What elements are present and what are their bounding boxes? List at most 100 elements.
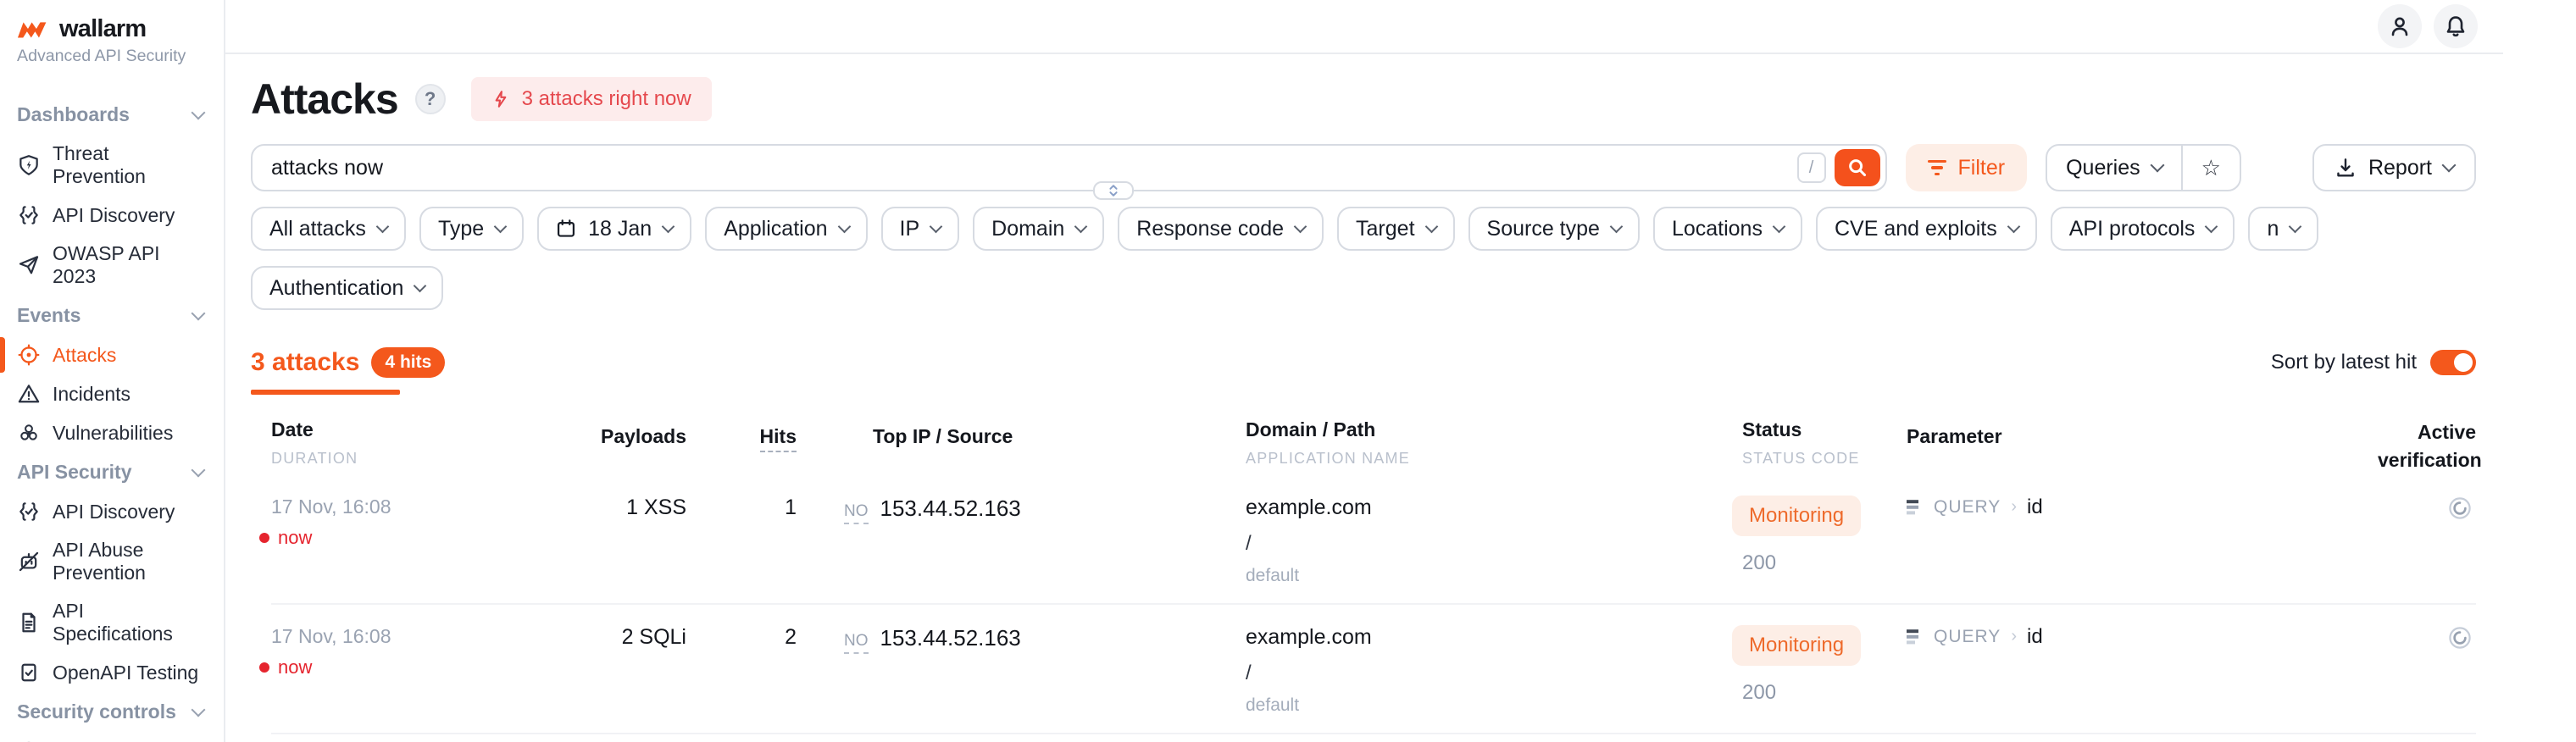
sidebar-section-api-security[interactable]: API Security xyxy=(0,452,224,492)
section-label: Security controls xyxy=(17,700,176,723)
screen: wallarm Advanced API Security Dashboards… xyxy=(0,0,2576,742)
sidebar-item-label: OWASP API 2023 xyxy=(53,242,207,288)
sidebar-item-threat-prevention[interactable]: Threat Prevention xyxy=(0,135,224,196)
table-header: Date DURATION Payloads Hits Top IP / Sou… xyxy=(271,418,2476,475)
sidebar-section-events[interactable]: Events xyxy=(0,296,224,335)
filter-button[interactable]: Filter xyxy=(1906,144,2028,191)
topbar xyxy=(225,0,2503,54)
col-date-label: Date xyxy=(271,418,576,441)
sidebar-item-ip-lists[interactable]: IP IP Lists xyxy=(0,732,224,742)
sidebar-item-api-abuse-prevention[interactable]: API Abuse Prevention xyxy=(0,531,224,592)
chip-label: Locations xyxy=(1672,217,1763,241)
help-icon[interactable]: ? xyxy=(415,84,446,114)
chevron-down-icon xyxy=(2150,158,2164,173)
chip-domain[interactable]: Domain xyxy=(973,207,1104,251)
col-payloads: Payloads xyxy=(576,418,686,450)
attacks-now-badge[interactable]: 3 attacks right now xyxy=(471,77,712,121)
sidebar-section-dashboards[interactable]: Dashboards xyxy=(0,95,224,135)
chip-api-protocols[interactable]: API protocols xyxy=(2051,207,2235,251)
chip-label: Target xyxy=(1356,217,1414,241)
chip-date[interactable]: 18 Jan xyxy=(537,207,691,251)
calendar-icon xyxy=(556,219,576,239)
notifications-button[interactable] xyxy=(2434,4,2478,48)
chip-label: All attacks xyxy=(269,217,366,241)
chip-label: Response code xyxy=(1136,217,1284,241)
chip-source-type[interactable]: Source type xyxy=(1468,207,1640,251)
chip-locations[interactable]: Locations xyxy=(1653,207,1802,251)
attack-row[interactable]: 17 Nov, 16:08 now 2 SQLi 2 NO 153.44.52.… xyxy=(271,603,2476,733)
chip-authentication[interactable]: Authentication xyxy=(251,266,443,310)
chip-application[interactable]: Application xyxy=(705,207,867,251)
chip-truncated[interactable]: n xyxy=(2248,207,2318,251)
sidebar-section-security-controls[interactable]: Security controls xyxy=(0,692,224,732)
chip-type[interactable]: Type xyxy=(419,207,524,251)
cell-date: 17 Nov, 16:08 now xyxy=(271,496,576,586)
chip-all-attacks[interactable]: All attacks xyxy=(251,207,406,251)
chip-ip[interactable]: IP xyxy=(881,207,960,251)
filters-collapse-handle[interactable] xyxy=(1093,181,1134,200)
col-hits-sort[interactable]: Hits xyxy=(760,425,797,452)
sidebar-item-label: Vulnerabilities xyxy=(53,422,173,445)
attack-row[interactable]: 17 Nov, 16:08 now 1 XSS 1 NO 153.44.52.1… xyxy=(271,475,2476,603)
param-name: id xyxy=(2027,496,2043,519)
cell-status: Monitoring 200 xyxy=(1732,625,1907,716)
status-badge[interactable]: Monitoring xyxy=(1732,625,1861,666)
sidebar-item-openapi-testing[interactable]: OpenAPI Testing xyxy=(0,653,224,692)
chip-label: Type xyxy=(438,217,484,241)
chevron-down-icon xyxy=(192,306,206,320)
user-button[interactable] xyxy=(2378,4,2422,48)
chip-label: IP xyxy=(900,217,920,241)
country-code[interactable]: NO xyxy=(844,502,869,524)
param-bars-icon xyxy=(1907,628,1924,645)
chevron-down-icon xyxy=(376,219,390,233)
sidebar-item-api-discovery[interactable]: API Discovery xyxy=(0,196,224,235)
attack-ip: 153.44.52.163 xyxy=(880,625,1021,651)
favorite-query-button[interactable]: ☆ xyxy=(2181,146,2240,190)
sidebar-item-vulnerabilities[interactable]: Vulnerabilities xyxy=(0,413,224,452)
chip-label: n xyxy=(2267,217,2279,241)
chevron-down-icon xyxy=(1773,219,1786,233)
active-verification-button[interactable] xyxy=(2447,625,2476,716)
sidebar-item-owasp-api-2023[interactable]: OWASP API 2023 xyxy=(0,235,224,296)
active-verification-button[interactable] xyxy=(2447,496,2476,586)
search-button[interactable] xyxy=(1835,149,1880,186)
sidebar-item-incidents[interactable]: Incidents xyxy=(0,374,224,413)
live-dot xyxy=(259,662,269,673)
chip-target[interactable]: Target xyxy=(1337,207,1454,251)
sidebar-item-label: API Discovery xyxy=(53,204,175,227)
col-domain-label: Domain / Path xyxy=(1246,418,1732,441)
wallarm-logo[interactable]: wallarm xyxy=(0,15,224,43)
sort-toggle[interactable] xyxy=(2430,350,2476,375)
sidebar-item-api-discovery-2[interactable]: API Discovery xyxy=(0,492,224,531)
chevron-down-icon xyxy=(930,219,943,233)
bell-icon xyxy=(2444,14,2468,38)
sidebar-item-attacks[interactable]: Attacks xyxy=(0,335,224,374)
bolt-icon xyxy=(491,89,510,109)
status-code: 200 xyxy=(1732,681,1907,705)
col-application-label: APPLICATION NAME xyxy=(1246,450,1732,468)
tab-attacks[interactable]: 3 attacks 4 hits xyxy=(251,347,445,378)
attack-domain: example.com xyxy=(1246,625,1732,650)
attack-row[interactable]: 17 Nov, 16:08 now 1 Path Traversal 1 NO … xyxy=(271,733,2476,742)
filter-icon xyxy=(1928,160,1946,175)
updown-chevrons-icon xyxy=(1106,183,1121,198)
queries-button[interactable]: Queries xyxy=(2047,146,2181,190)
cell-ip: NO 153.44.52.163 xyxy=(844,496,1246,586)
braces-check-icon xyxy=(17,500,41,523)
attack-path: / xyxy=(1246,532,1732,556)
chip-label: CVE and exploits xyxy=(1835,217,1997,241)
chip-response-code[interactable]: Response code xyxy=(1118,207,1324,251)
country-code[interactable]: NO xyxy=(844,632,869,654)
chip-cve-and-exploits[interactable]: CVE and exploits xyxy=(1816,207,2037,251)
report-button[interactable]: Report xyxy=(2312,144,2476,191)
sidebar-item-label: Incidents xyxy=(53,383,130,406)
doc-check-icon xyxy=(17,661,41,684)
sidebar-item-api-specifications[interactable]: API Specifications xyxy=(0,592,224,653)
cell-date: 17 Nov, 16:08 now xyxy=(271,625,576,716)
attack-domain: example.com xyxy=(1246,496,1732,520)
search-input[interactable] xyxy=(271,156,1797,180)
queries-group: Queries ☆ xyxy=(2046,144,2241,191)
bot-blocked-icon xyxy=(17,550,41,573)
status-badge[interactable]: Monitoring xyxy=(1732,496,1861,536)
status-code: 200 xyxy=(1732,551,1907,575)
